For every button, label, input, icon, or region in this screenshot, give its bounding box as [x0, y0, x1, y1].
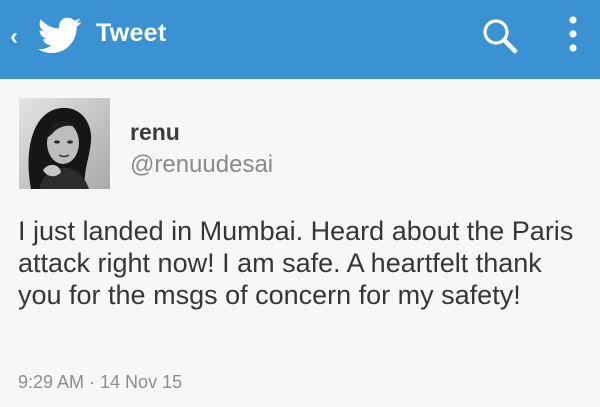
twitter-bird-icon[interactable] [38, 17, 82, 55]
tweet-text: I just landed in Mumbai. Heard about the… [18, 216, 574, 310]
search-icon[interactable] [478, 14, 522, 58]
page-title: Tweet [96, 19, 167, 47]
profile-photo [19, 98, 110, 189]
tweet-timestamp: 9:29 AM · 14 Nov 15 [18, 372, 183, 392]
avatar[interactable] [19, 98, 110, 189]
tweet-card: renu @renuudesai I just landed in Mumbai… [0, 79, 600, 407]
author-name[interactable]: renu [130, 119, 180, 146]
author-handle[interactable]: @renuudesai [130, 151, 273, 179]
chevron-left-icon[interactable]: ‹ [10, 24, 24, 50]
overflow-menu-icon[interactable] [560, 12, 586, 58]
app-bar: ‹ Tweet [0, 0, 600, 79]
